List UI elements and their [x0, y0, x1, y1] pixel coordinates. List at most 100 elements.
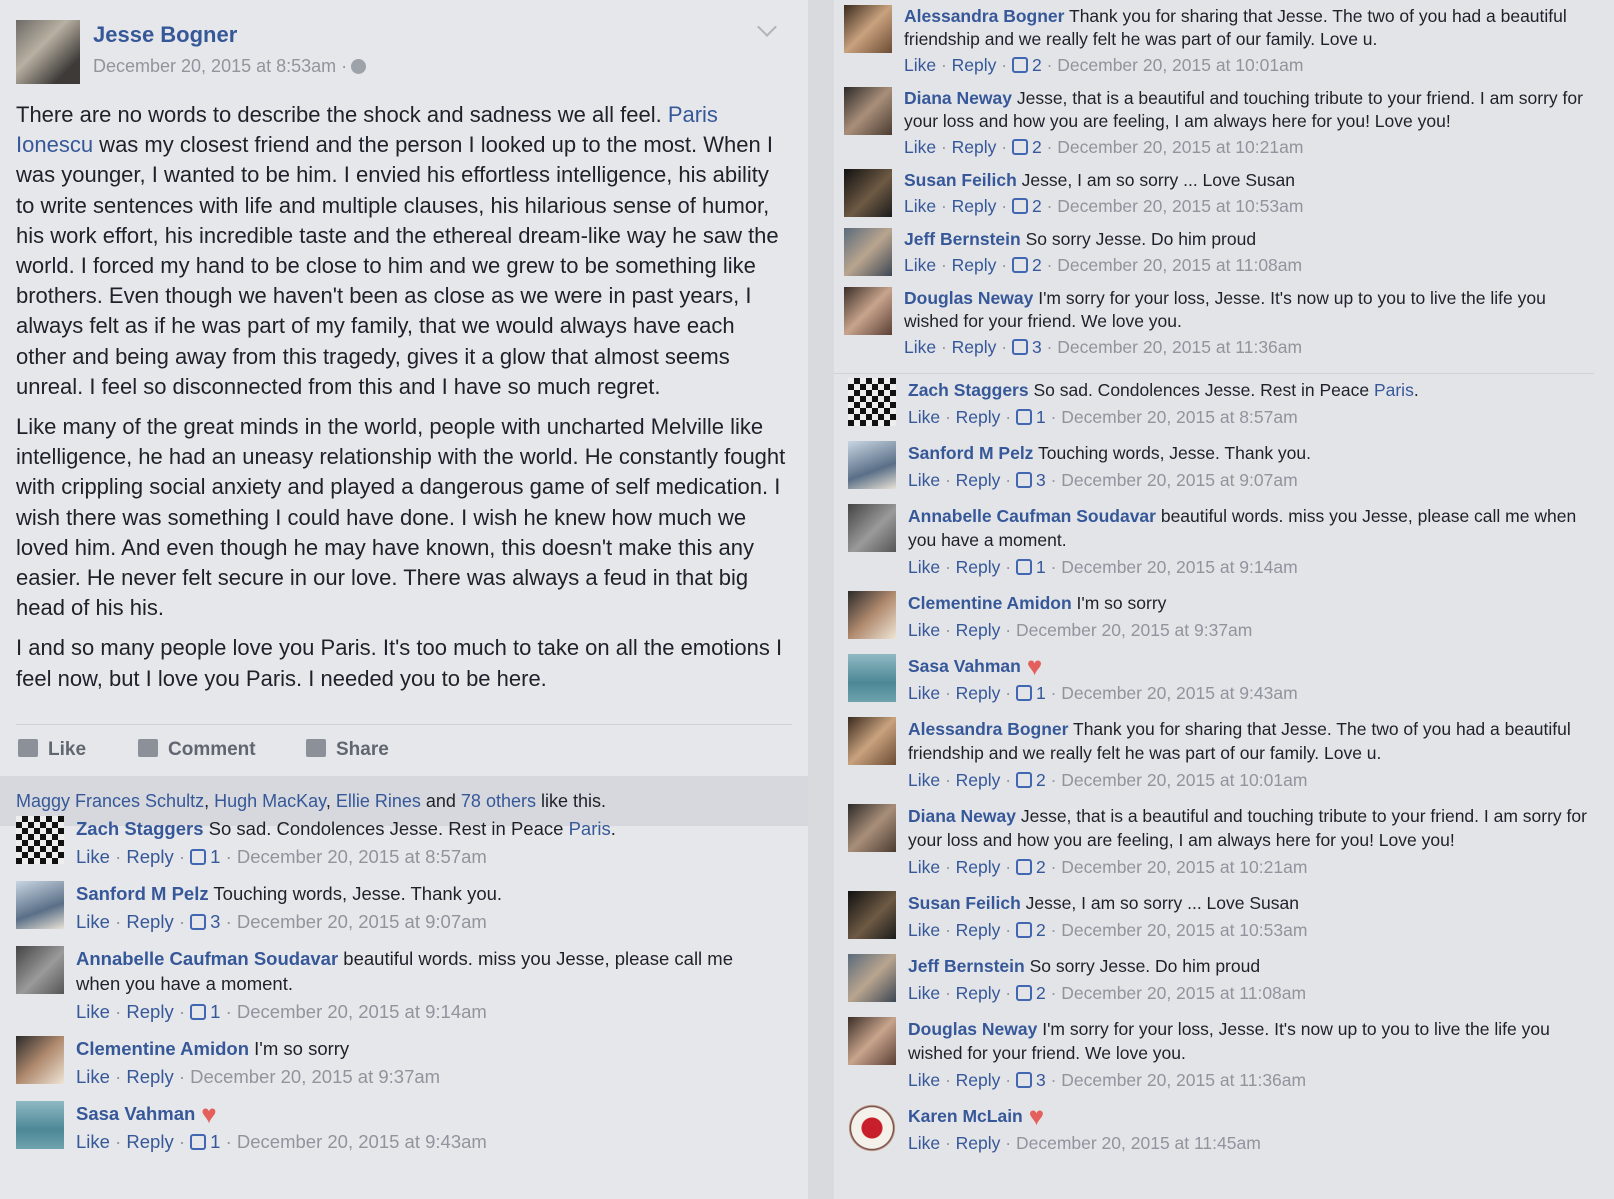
comment-reply-link[interactable]: Reply: [956, 470, 1001, 490]
comment-reply-link[interactable]: Reply: [956, 683, 1001, 703]
avatar[interactable]: [848, 504, 896, 552]
comment-author[interactable]: Jeff Bernstein: [908, 956, 1025, 976]
comment-author[interactable]: Sanford M Pelz: [76, 883, 209, 904]
comment-author[interactable]: Alessandra Bogner: [908, 719, 1068, 739]
liker-link[interactable]: Maggy Frances Schultz: [16, 791, 204, 811]
comment-like-link[interactable]: Like: [908, 983, 940, 1003]
comment-author[interactable]: Clementine Amidon: [76, 1038, 249, 1059]
like-count[interactable]: 2: [1032, 55, 1042, 75]
comment-like-link[interactable]: Like: [908, 857, 940, 877]
post-timestamp[interactable]: December 20, 2015 at 8:53am ·: [93, 56, 367, 77]
comment-author[interactable]: Jeff Bernstein: [904, 229, 1021, 249]
comment-author[interactable]: Susan Feilich: [908, 893, 1021, 913]
like-count[interactable]: 2: [1036, 983, 1046, 1003]
like-count[interactable]: 3: [210, 911, 220, 932]
comment-like-link[interactable]: Like: [908, 470, 940, 490]
comment-like-link[interactable]: Like: [908, 920, 940, 940]
like-count[interactable]: 1: [1036, 407, 1046, 427]
comment-reply-link[interactable]: Reply: [952, 196, 997, 216]
comment-reply-link[interactable]: Reply: [126, 846, 173, 867]
comment-like-link[interactable]: Like: [76, 1131, 110, 1152]
comment-like-link[interactable]: Like: [904, 137, 936, 157]
comment-author[interactable]: Annabelle Caufman Soudavar: [908, 506, 1156, 526]
comment-like-link[interactable]: Like: [76, 846, 110, 867]
comment-reply-link[interactable]: Reply: [956, 1133, 1001, 1153]
avatar[interactable]: [16, 20, 80, 84]
comment-author[interactable]: Alessandra Bogner: [904, 6, 1064, 26]
avatar[interactable]: [16, 1101, 64, 1149]
like-count[interactable]: 1: [210, 1131, 220, 1152]
comment-reply-link[interactable]: Reply: [956, 770, 1001, 790]
comment-like-link[interactable]: Like: [904, 337, 936, 357]
comment-like-link[interactable]: Like: [76, 1066, 110, 1087]
comment-like-link[interactable]: Like: [908, 407, 940, 427]
comment-reply-link[interactable]: Reply: [952, 337, 997, 357]
comment-author[interactable]: Douglas Neway: [904, 288, 1033, 308]
avatar[interactable]: [848, 954, 896, 1002]
avatar[interactable]: [848, 654, 896, 702]
comment-reply-link[interactable]: Reply: [126, 1131, 173, 1152]
like-button[interactable]: Like: [18, 739, 86, 761]
avatar[interactable]: [16, 816, 64, 864]
comment-author[interactable]: Douglas Neway: [908, 1019, 1037, 1039]
like-count[interactable]: 2: [1036, 920, 1046, 940]
avatar[interactable]: [848, 378, 896, 426]
like-count[interactable]: 1: [210, 1001, 220, 1022]
avatar[interactable]: [848, 891, 896, 939]
liker-link[interactable]: Ellie Rines: [336, 791, 421, 811]
comment-reply-link[interactable]: Reply: [956, 857, 1001, 877]
comment-like-link[interactable]: Like: [908, 683, 940, 703]
comment-like-link[interactable]: Like: [76, 1001, 110, 1022]
avatar[interactable]: [16, 881, 64, 929]
comment-author[interactable]: Annabelle Caufman Soudavar: [76, 948, 338, 969]
avatar[interactable]: [848, 1017, 896, 1065]
mention-link[interactable]: Paris: [1374, 380, 1414, 400]
avatar[interactable]: [848, 1104, 896, 1152]
avatar[interactable]: [844, 5, 892, 53]
comment-reply-link[interactable]: Reply: [956, 620, 1001, 640]
comment-like-link[interactable]: Like: [908, 1133, 940, 1153]
comment-reply-link[interactable]: Reply: [956, 1070, 1001, 1090]
avatar[interactable]: [844, 228, 892, 276]
comment-author[interactable]: Sasa Vahman: [76, 1103, 195, 1124]
like-count[interactable]: 3: [1036, 1070, 1046, 1090]
comment-author[interactable]: Clementine Amidon: [908, 593, 1072, 613]
comment-author[interactable]: Diana Neway: [904, 88, 1012, 108]
liker-link[interactable]: Hugh MacKay: [214, 791, 326, 811]
comment-reply-link[interactable]: Reply: [952, 137, 997, 157]
comment-like-link[interactable]: Like: [908, 770, 940, 790]
like-count[interactable]: 2: [1036, 857, 1046, 877]
comment-author[interactable]: Karen McLain: [908, 1106, 1023, 1126]
like-count[interactable]: 2: [1032, 196, 1042, 216]
comment-like-link[interactable]: Like: [908, 557, 940, 577]
comment-reply-link[interactable]: Reply: [126, 911, 173, 932]
comment-reply-link[interactable]: Reply: [952, 255, 997, 275]
avatar[interactable]: [848, 804, 896, 852]
mention-link[interactable]: Paris: [569, 818, 611, 839]
comment-like-link[interactable]: Like: [904, 196, 936, 216]
like-count[interactable]: 2: [1032, 137, 1042, 157]
avatar[interactable]: [848, 591, 896, 639]
comment-like-link[interactable]: Like: [908, 1070, 940, 1090]
comment-reply-link[interactable]: Reply: [952, 55, 997, 75]
comment-like-link[interactable]: Like: [76, 911, 110, 932]
comment-author[interactable]: Diana Neway: [908, 806, 1016, 826]
avatar[interactable]: [16, 1036, 64, 1084]
avatar[interactable]: [844, 287, 892, 335]
like-count[interactable]: 3: [1032, 337, 1042, 357]
like-count[interactable]: 3: [1036, 470, 1046, 490]
comment-author[interactable]: Zach Staggers: [76, 818, 204, 839]
avatar[interactable]: [844, 87, 892, 135]
comment-reply-link[interactable]: Reply: [126, 1066, 173, 1087]
avatar[interactable]: [848, 717, 896, 765]
comment-reply-link[interactable]: Reply: [126, 1001, 173, 1022]
like-count[interactable]: 1: [210, 846, 220, 867]
comment-author[interactable]: Sanford M Pelz: [908, 443, 1033, 463]
avatar[interactable]: [844, 169, 892, 217]
comment-reply-link[interactable]: Reply: [956, 983, 1001, 1003]
share-button[interactable]: Share: [306, 739, 389, 761]
avatar[interactable]: [16, 946, 64, 994]
comment-author[interactable]: Susan Feilich: [904, 170, 1017, 190]
comment-author[interactable]: Zach Staggers: [908, 380, 1029, 400]
like-count[interactable]: 1: [1036, 683, 1046, 703]
